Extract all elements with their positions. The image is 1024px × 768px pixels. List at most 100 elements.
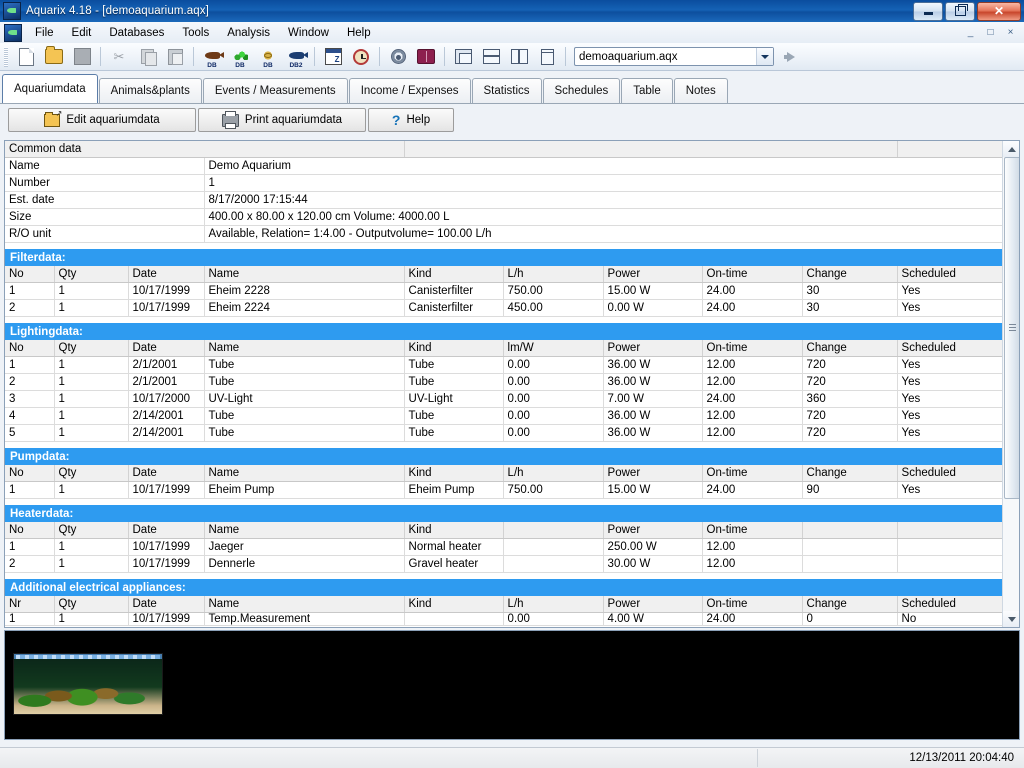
open-folder-icon [45,46,63,64]
tile-horizontal-icon [482,49,500,64]
col-header: Date [128,465,205,482]
minimize-icon [923,12,933,15]
col-header: Change [802,340,898,357]
table-row[interactable]: 1 1 10/17/1999 Eheim 2228 Canisterfilter… [5,282,1003,300]
table-row[interactable]: Size 400.00 x 80.00 x 120.00 cm Volume: … [5,208,1003,226]
table-row[interactable]: 2 1 10/17/1999 Dennerle Gravel heater 30… [5,555,1003,573]
tile-vertical-icon [510,49,528,64]
cell: 0.00 [503,373,604,391]
table-row[interactable]: 1 1 10/17/1999 Eheim Pump Eheim Pump 750… [5,481,1003,499]
grip-icon [1009,324,1016,332]
tab-notes[interactable]: Notes [673,78,728,103]
alarm-button[interactable] [348,44,374,69]
fish-database2-button[interactable]: DB2 [283,44,309,69]
go-button[interactable] [780,46,802,68]
table-row[interactable]: 2 1 2/1/2001 Tube Tube 0.00 36.00 W 12.0… [5,373,1003,391]
help-button[interactable]: ? Help [368,108,454,132]
mdi-restore-button[interactable]: □ [981,24,1000,41]
arrange-icons-icon [540,48,554,65]
menu-item-file[interactable]: File [26,25,63,41]
menu-item-analysis[interactable]: Analysis [218,25,279,41]
plant-database-icon [232,50,248,60]
menu-item-help[interactable]: Help [338,25,380,41]
common-row-label: Est. date [5,191,205,209]
print-aquariumdata-button[interactable]: Print aquariumdata [198,108,366,132]
cell: Eheim 2224 [204,299,405,317]
toolbar-grip[interactable] [4,46,8,67]
invertebrate-database-button[interactable]: DB [255,44,281,69]
table-row[interactable]: 1 1 2/1/2001 Tube Tube 0.00 36.00 W 12.0… [5,356,1003,374]
tab-income-expenses[interactable]: Income / Expenses [348,78,471,103]
section-header-additional-appliances: Additional electrical appliances: [5,579,1003,596]
scroll-down-button[interactable] [1003,611,1019,627]
table-row[interactable]: 1 1 10/17/1999 Jaeger Normal heater 250.… [5,538,1003,556]
paste-button[interactable] [162,44,188,69]
cell: 7.00 W [603,390,703,408]
arrange-icons-button[interactable] [534,44,560,69]
aquarium-photo-pane[interactable] [4,630,1020,740]
open-button[interactable] [41,44,67,69]
table-row[interactable]: Est. date 8/17/2000 17:15:44 [5,191,1003,209]
col-header: Date [128,596,205,613]
aquarium-data-pane[interactable]: Common data Name Demo Aquarium Number 1 … [4,140,1020,628]
table-row[interactable]: 2 1 10/17/1999 Eheim 2224 Canisterfilter… [5,299,1003,317]
col-header: Power [603,465,703,482]
menu-item-window[interactable]: Window [279,25,338,41]
cell: 720 [802,373,898,391]
cell: 15.00 W [603,481,703,499]
edit-aquariumdata-button[interactable]: Edit aquariumdata [8,108,196,132]
edit-folder-icon [44,109,62,127]
scrollbar-thumb[interactable] [1004,157,1019,499]
cell: Gravel heater [404,555,504,573]
chevron-down-icon[interactable] [756,48,773,65]
table-row[interactable]: Name Demo Aquarium [5,157,1003,175]
menu-item-edit[interactable]: Edit [63,25,101,41]
calendar-button[interactable] [320,44,346,69]
table-row[interactable]: 3 1 10/17/2000 UV-Light UV-Light 0.00 7.… [5,390,1003,408]
cell [404,612,504,626]
new-document-button[interactable] [13,44,39,69]
common-data-header-blank-a [404,141,898,158]
menu-item-databases[interactable]: Databases [100,25,173,41]
tab-schedules[interactable]: Schedules [542,78,621,103]
toolbar-separator [565,47,566,66]
tab-events-measurements[interactable]: Events / Measurements [202,78,348,103]
table-row[interactable]: Number 1 [5,174,1003,192]
save-button[interactable] [69,44,95,69]
table-row[interactable]: 4 1 2/14/2001 Tube Tube 0.00 36.00 W 12.… [5,407,1003,425]
column-header-row: Nr Qty Date Name Kind L/h Power On-time … [5,596,1003,613]
scroll-up-button[interactable] [1003,141,1019,157]
question-mark-icon: ? [391,112,401,128]
table-row[interactable]: 1 1 10/17/1999 Temp.Measurement 0.00 4.0… [5,612,1003,626]
table-row[interactable]: R/O unit Available, Relation= 1:4.00 - O… [5,225,1003,243]
tile-horizontal-button[interactable] [478,44,504,69]
fish-database-button[interactable]: DB [199,44,225,69]
cell: 0.00 [503,424,604,442]
tab-statistics[interactable]: Statistics [471,78,542,103]
plant-database-button[interactable]: DB [227,44,253,69]
col-header: No [5,465,55,482]
manual-button[interactable] [413,44,439,69]
settings-button[interactable] [385,44,411,69]
mdi-close-button[interactable]: × [1001,24,1020,41]
restore-button[interactable] [945,1,975,21]
vertical-scrollbar[interactable] [1002,141,1019,627]
tile-vertical-button[interactable] [506,44,532,69]
close-button[interactable]: ✕ [977,1,1021,21]
tab-aquariumdata[interactable]: Aquariumdata [2,74,98,103]
status-left-panel [0,749,758,767]
copy-button[interactable] [134,44,160,69]
cell: 10/17/1999 [128,612,205,626]
cascade-windows-button[interactable] [450,44,476,69]
file-select-combo[interactable]: demoaquarium.aqx [574,47,774,66]
common-row-value: 400.00 x 80.00 x 120.00 cm Volume: 4000.… [204,208,1003,226]
minimize-button[interactable] [913,1,943,21]
menu-item-tools[interactable]: Tools [173,25,218,41]
tab-animals-plants[interactable]: Animals&plants [98,78,202,103]
table-row[interactable]: 5 1 2/14/2001 Tube Tube 0.00 36.00 W 12.… [5,424,1003,442]
mdi-minimize-button[interactable]: _ [961,24,980,41]
tab-table[interactable]: Table [621,78,673,103]
aquarium-photo[interactable] [13,653,163,715]
section-title: Filterdata: [5,249,1003,266]
cut-button[interactable]: ✂ [106,44,132,69]
